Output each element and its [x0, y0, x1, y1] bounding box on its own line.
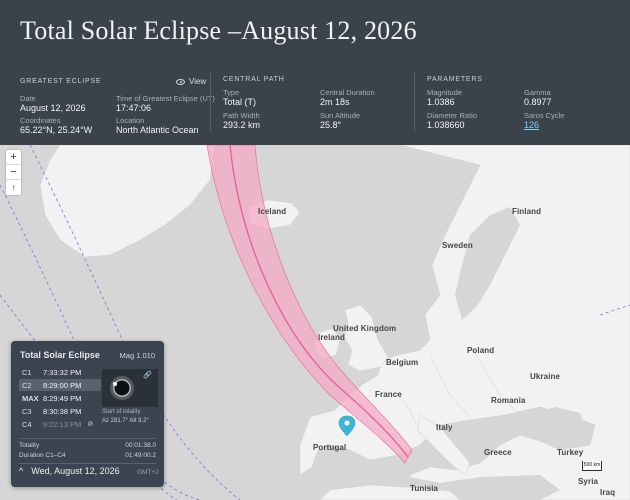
totality-value: 00:01:38.0 [125, 442, 156, 449]
map-label-uk: United Kingdom [333, 324, 397, 333]
date-value: August 12, 2026 [20, 103, 86, 113]
card-title: Total Solar Eclipse [20, 350, 100, 360]
contact-time: 8:30:38 PM [43, 406, 82, 416]
start-of-totality-label: Start of totality [102, 409, 141, 415]
contact-time: 8:29:00 PM [43, 380, 82, 390]
central-duration-value: 2m 18s [320, 97, 350, 107]
reset-north-button[interactable]: ↑ [6, 180, 21, 195]
map-label-belgium: Belgium [386, 358, 419, 367]
map-label-france: France [375, 390, 402, 399]
divider [414, 72, 415, 132]
map-label-greece: Greece [484, 448, 512, 457]
card-date: Wed, August 12, 2026 [31, 466, 120, 476]
map-label-romania: Romania [491, 396, 526, 405]
zoom-in-button[interactable]: + [6, 150, 21, 165]
totality-label: Totality [19, 442, 40, 449]
coords-label: Coordinates [20, 116, 61, 125]
map-label-turkey: Turkey [557, 448, 584, 457]
saros-cycle-label: Saros Cycle [524, 111, 565, 120]
date-selector[interactable]: ^ Wed, August 12, 2026 [19, 466, 120, 476]
page-title: Total Solar Eclipse –August 12, 2026 [20, 16, 417, 45]
card-magnitude: Mag 1.010 [119, 351, 155, 360]
divider [210, 72, 211, 132]
sun-altitude-value: 25.8° [320, 120, 342, 130]
location-value: North Atlantic Ocean [116, 125, 199, 135]
duration-label: Duration C1–C4 [19, 452, 66, 459]
sun-altitude-label: Sun Altitude [320, 111, 361, 120]
scale-bar: 500 km [582, 461, 602, 471]
card-divider [19, 463, 156, 464]
magnitude-value: 1.0386 [427, 97, 455, 107]
map-label-iceland: Iceland [258, 207, 287, 216]
contact-row-c3[interactable]: C3 8:30:38 PM [19, 405, 101, 417]
contact-row-c2[interactable]: C2 8:29:00 PM [19, 379, 101, 391]
view-button[interactable]: View [176, 77, 206, 86]
path-width-label: Path Width [223, 111, 260, 120]
map-label-italy: Italy [436, 423, 453, 432]
type-label: Type [223, 88, 240, 97]
contact-row-c4[interactable]: C4 9:22:13 PM ⊘ [19, 418, 101, 430]
time-value: 17:47:06 [116, 103, 152, 113]
map-label-iraq: Iraq [600, 488, 616, 497]
greatest-eclipse-heading: GREATEST ECLIPSE [20, 78, 102, 85]
location-label: Location [116, 116, 145, 125]
gamma-label: Gamma [524, 88, 551, 97]
type-value: Total (T) [223, 97, 257, 107]
coords-value: 65.22°N, 25.24°W [20, 125, 93, 135]
hidden-eye-icon[interactable]: ⊘ [87, 420, 93, 428]
contact-time: 8:29:49 PM [43, 393, 82, 403]
map-label-portugal: Portugal [313, 443, 347, 452]
gamma-value: 0.8977 [524, 97, 552, 107]
magnitude-label: Magnitude [427, 88, 463, 97]
map-label-ireland: Ireland [318, 333, 345, 342]
contact-row-c1[interactable]: C1 7:33:32 PM [19, 366, 101, 378]
map-label-ukraine: Ukraine [530, 372, 561, 381]
map-label-sweden: Sweden [442, 241, 473, 250]
contact-row-max[interactable]: MAX 8:29:49 PM [19, 392, 101, 404]
diameter-ratio-value: 1.038660 [427, 120, 465, 130]
collapse-chevron-icon[interactable]: ^ [19, 466, 23, 476]
parameters-heading: PARAMETERS [427, 76, 483, 83]
eye-icon [176, 78, 185, 85]
view-label: View [189, 77, 207, 86]
central-duration-label: Central Duration [320, 88, 375, 97]
contact-key: C1 [22, 367, 32, 377]
path-width-value: 293.2 km [223, 120, 261, 130]
contact-key: C4 [22, 419, 32, 429]
map-label-tunisia: Tunisia [410, 484, 439, 493]
diameter-ratio-label: Diameter Ratio [427, 111, 478, 120]
contact-key: MAX [22, 393, 39, 403]
contact-time: 9:22:13 PM [43, 419, 82, 429]
map-label-syria: Syria [578, 477, 599, 486]
saros-cycle-link[interactable]: 126 [524, 120, 539, 130]
contact-time: 7:33:32 PM [43, 367, 82, 377]
contact-key: C3 [22, 406, 32, 416]
map-label-poland: Poland [467, 346, 495, 355]
time-label: Time of Greatest Eclipse (UT) [116, 94, 215, 103]
central-path-heading: CENTRAL PATH [223, 76, 285, 83]
zoom-controls: + − ↑ [6, 150, 21, 195]
card-divider [19, 438, 156, 439]
date-label: Date [20, 94, 36, 103]
az-alt-value: Az 281.7° Alt 9.2° [102, 418, 149, 424]
zoom-out-button[interactable]: − [6, 165, 21, 180]
timezone-label: GMT+2 [137, 469, 159, 476]
link-icon[interactable]: 🔗 [143, 371, 152, 379]
map-label-finland: Finland [512, 207, 542, 216]
contact-key: C2 [22, 380, 32, 390]
duration-value: 01:49:00.2 [125, 452, 156, 459]
eclipse-header: Total Solar Eclipse –August 12, 2026 GRE… [0, 0, 630, 145]
